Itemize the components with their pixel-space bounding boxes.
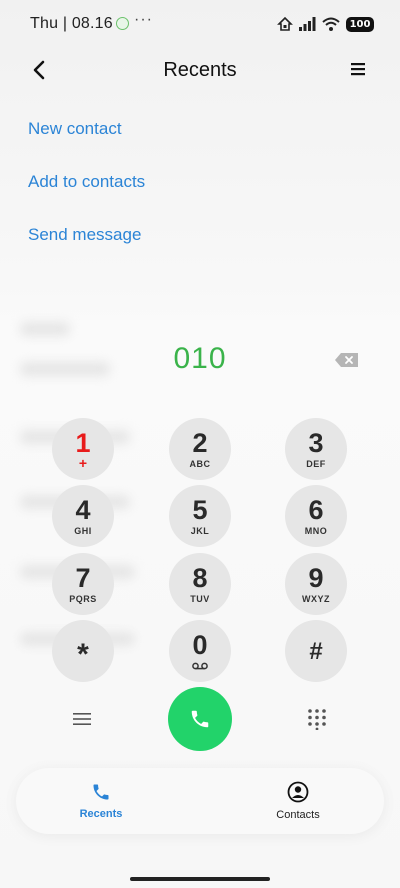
wifi-icon	[322, 17, 340, 31]
key-digit: 4	[75, 494, 91, 525]
status-time: Thu | 08.16	[30, 15, 113, 32]
tab-contacts-label: Contacts	[276, 809, 320, 821]
key-6[interactable]: 6 MNO	[285, 485, 347, 547]
key-letters: JKL	[190, 525, 210, 536]
key-1[interactable]: 1 +	[52, 418, 114, 480]
status-bar: Thu | 08.16 ··· 100	[0, 0, 400, 50]
hamburger-menu-icon[interactable]	[72, 711, 92, 727]
key-3[interactable]: 3 DEF	[285, 418, 347, 480]
key-5[interactable]: 5 JKL	[169, 485, 231, 547]
add-to-contacts-link[interactable]: Add to contacts	[28, 172, 145, 192]
tab-recents-label: Recents	[79, 808, 123, 820]
key-letters: TUV	[190, 593, 210, 604]
key-digit: *	[77, 638, 89, 671]
voicemail-icon	[192, 662, 208, 670]
hamburger-menu-icon[interactable]	[350, 61, 366, 77]
send-message-link[interactable]: Send message	[28, 225, 141, 245]
key-digit: 0	[192, 630, 208, 660]
status-indicators: 100	[277, 15, 374, 33]
key-star[interactable]: *	[52, 620, 114, 682]
signal-icon	[299, 17, 316, 31]
key-digit: 7	[75, 562, 91, 593]
key-letters: PQRS	[69, 593, 97, 604]
new-contact-link[interactable]: New contact	[28, 119, 122, 139]
battery-icon: 100	[346, 16, 374, 32]
key-0[interactable]: 0	[169, 620, 231, 682]
tab-contacts[interactable]: Contacts	[238, 768, 358, 834]
key-letters: WXYZ	[302, 593, 330, 604]
key-digit: 8	[192, 562, 208, 593]
key-4[interactable]: 4 GHI	[52, 485, 114, 547]
key-letters: +	[78, 455, 88, 471]
person-circle-icon	[287, 781, 309, 803]
page-title: Recents	[163, 59, 237, 81]
key-digit: 6	[308, 494, 324, 525]
more-notifications-icon: ···	[134, 11, 153, 28]
key-hash[interactable]: #	[285, 620, 347, 682]
key-digit: #	[309, 637, 323, 665]
phone-icon	[191, 710, 209, 728]
key-digit: 5	[192, 494, 208, 525]
phone-icon	[93, 784, 109, 800]
bottom-nav: Recents Contacts	[16, 768, 384, 834]
app-notification-icon	[116, 17, 129, 30]
call-button[interactable]	[168, 687, 232, 751]
dialpad-icon[interactable]	[306, 708, 328, 730]
key-digit: 1	[75, 428, 91, 458]
key-digit: 2	[192, 427, 208, 458]
home-indicator	[130, 877, 270, 881]
key-letters: DEF	[306, 458, 326, 469]
key-9[interactable]: 9 WXYZ	[285, 553, 347, 615]
key-letters: ABC	[189, 458, 211, 469]
key-digit: 3	[308, 427, 324, 458]
key-7[interactable]: 7 PQRS	[52, 553, 114, 615]
tab-recents[interactable]: Recents	[41, 768, 161, 834]
home-network-icon	[277, 16, 293, 31]
key-digit: 9	[308, 562, 324, 593]
backspace-icon[interactable]	[334, 352, 360, 368]
key-2[interactable]: 2 ABC	[169, 418, 231, 480]
key-letters: GHI	[74, 525, 92, 536]
key-8[interactable]: 8 TUV	[169, 553, 231, 615]
key-letters: MNO	[304, 525, 328, 536]
